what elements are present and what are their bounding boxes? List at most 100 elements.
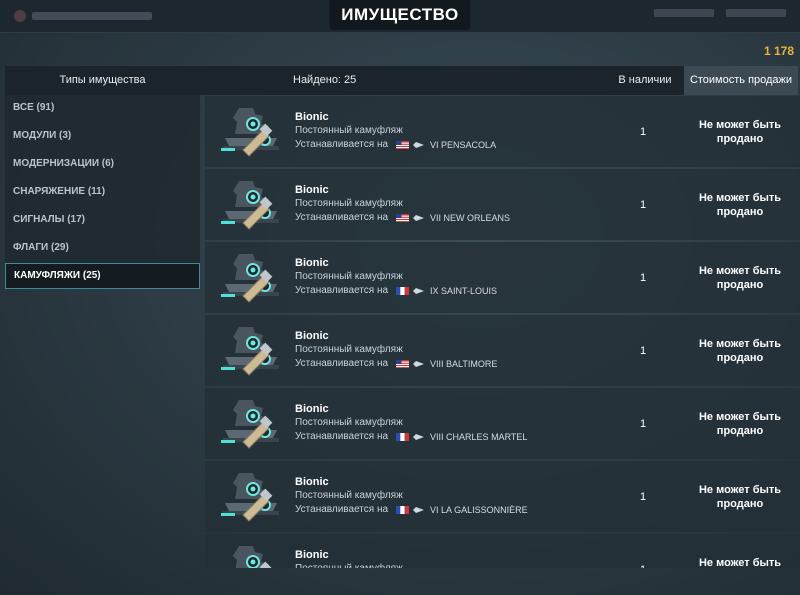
sell-price-line-2: продано	[716, 206, 764, 218]
sell-price-line-2: продано	[716, 352, 764, 364]
install-label: Устанавливается на	[295, 431, 389, 442]
ship-name[interactable]: IX SAINT-LOUIS	[430, 286, 497, 296]
item-name: Bionic	[295, 330, 329, 342]
sell-price-line-1: Не может быть	[698, 265, 782, 277]
sell-price: Не может быть	[683, 556, 797, 568]
france-flag-icon	[396, 432, 410, 441]
item-type: Постоянный камуфляж	[295, 198, 403, 209]
sell-price-line-1: Не может быть	[698, 192, 782, 204]
sell-price: Не может быть продано	[683, 191, 797, 219]
install-info: Устанавливается на VI PENSACOLA	[295, 139, 496, 150]
item-type: Постоянный камуфляж	[295, 125, 403, 136]
list-header: Типы имущества Найдено: 25 В наличии Сто…	[5, 66, 798, 95]
in-stock-quantity: 1	[605, 564, 681, 568]
property-types-header: Типы имущества	[59, 74, 146, 86]
sell-price-line-1: Не может быть	[698, 411, 782, 423]
in-stock-column-header[interactable]: В наличии	[607, 74, 683, 86]
item-type: Постоянный камуфляж	[295, 344, 403, 355]
sidebar-item-0[interactable]: ВСЕ (91)	[5, 95, 200, 123]
item-type: Постоянный камуфляж	[295, 417, 403, 428]
sell-price-line-1: Не может быть	[698, 119, 782, 131]
install-info: Устанавливается на VIII CHARLES MARTEL	[295, 431, 527, 442]
in-stock-quantity: 1	[639, 345, 647, 357]
found-count: Найдено: 25	[293, 74, 357, 86]
sell-price: Не может быть продано	[683, 337, 797, 365]
sell-price-line-2: продано	[716, 133, 764, 145]
sell-price-line-1: Не может быть	[698, 484, 782, 496]
list-item[interactable]: Bionic Постоянный камуфляж 1 Не может быть	[205, 534, 800, 568]
sell-price: Не может быть продано	[683, 410, 797, 438]
item-list[interactable]: Bionic Постоянный камуфляж Устанавливается…	[205, 96, 800, 568]
camouflage-thumbnail-icon	[219, 323, 283, 379]
install-info: Устанавливается на VII NEW ORLEANS	[295, 212, 510, 223]
ship-name[interactable]: VI LA GALISSONNIÈRE	[430, 505, 528, 515]
install-label: Устанавливается на	[295, 139, 389, 150]
in-stock-quantity: 1	[639, 272, 647, 284]
install-info: Устанавливается на VIII BALTIMORE	[295, 358, 497, 369]
cruiser-class-icon	[413, 141, 425, 148]
cruiser-class-icon	[413, 433, 425, 440]
anchor-icon	[14, 10, 26, 22]
sidebar-item-2[interactable]: МОДЕРНИЗАЦИИ (6)	[5, 151, 200, 179]
item-name: Bionic	[295, 476, 329, 488]
install-info: Устанавливается на VI LA GALISSONNIÈRE	[295, 504, 528, 515]
list-item[interactable]: Bionic Постоянный камуфляж Устанавливается…	[205, 388, 800, 459]
sell-price-line-1: Не может быть	[698, 557, 782, 568]
sidebar-item-1[interactable]: МОДУЛИ (3)	[5, 123, 200, 151]
camouflage-thumbnail-icon	[219, 177, 283, 233]
in-stock-quantity: 1	[639, 126, 647, 138]
item-name: Bionic	[295, 403, 329, 415]
install-label: Устанавливается на	[295, 285, 389, 296]
camouflage-thumbnail-icon	[219, 250, 283, 306]
list-item[interactable]: Bionic Постоянный камуфляж Устанавливается…	[205, 169, 800, 240]
list-item[interactable]: Bionic Постоянный камуфляж Устанавливается…	[205, 461, 800, 532]
sell-price: Не может быть продано	[683, 483, 797, 511]
item-type: Постоянный камуфляж	[295, 490, 403, 501]
sidebar-item-5[interactable]: ФЛАГИ (29)	[5, 235, 200, 263]
install-info: Устанавливается на IX SAINT-LOUIS	[295, 285, 497, 296]
top-bar-right-blurred	[654, 9, 786, 23]
install-label: Устанавливается на	[295, 504, 389, 515]
top-bar-left-blurred	[14, 9, 174, 23]
usa-flag-icon	[396, 213, 410, 222]
page-title: ИМУЩЕСТВО	[329, 0, 471, 30]
sell-price-column-header[interactable]: Стоимость продажи	[684, 66, 798, 95]
usa-flag-icon	[396, 140, 410, 149]
sell-price-line-2: продано	[716, 279, 764, 291]
cruiser-class-icon	[413, 506, 425, 513]
ship-name[interactable]: VII NEW ORLEANS	[430, 213, 510, 223]
camouflage-thumbnail-icon	[219, 104, 283, 160]
install-label: Устанавливается на	[295, 358, 389, 369]
category-sidebar: ВСЕ (91) МОДУЛИ (3) МОДЕРНИЗАЦИИ (6) СНАРЯЖ…	[5, 95, 200, 289]
item-name: Bionic	[295, 257, 329, 269]
france-flag-icon	[396, 286, 410, 295]
credits-balance: 1 178	[763, 44, 794, 58]
item-name: Bionic	[295, 549, 329, 561]
item-name: Bionic	[295, 111, 329, 123]
sidebar-item-4[interactable]: СИГНАЛЫ (17)	[5, 207, 200, 235]
list-item[interactable]: Bionic Постоянный камуфляж Устанавливается…	[205, 96, 800, 167]
item-type: Постоянный камуфляж	[295, 271, 403, 282]
sell-price-line-2: продано	[716, 425, 764, 437]
list-item[interactable]: Bionic Постоянный камуфляж Устанавливается…	[205, 242, 800, 313]
cruiser-class-icon	[413, 287, 425, 294]
sidebar-item-6[interactable]: КАМУФЛЯЖИ (25)	[5, 263, 200, 289]
item-type: Постоянный камуфляж	[295, 563, 403, 568]
sell-price-line-2: продано	[716, 498, 764, 510]
camouflage-thumbnail-icon	[219, 542, 283, 568]
camouflage-thumbnail-icon	[219, 469, 283, 525]
ship-name[interactable]: VIII BALTIMORE	[430, 359, 497, 369]
camouflage-thumbnail-icon	[219, 396, 283, 452]
ship-name[interactable]: VI PENSACOLA	[430, 140, 496, 150]
in-stock-quantity: 1	[639, 491, 647, 503]
usa-flag-icon	[396, 359, 410, 368]
top-bar: ИМУЩЕСТВО	[0, 0, 800, 33]
cruiser-class-icon	[413, 214, 425, 221]
install-label: Устанавливается на	[295, 212, 389, 223]
france-flag-icon	[396, 505, 410, 514]
list-item[interactable]: Bionic Постоянный камуфляж Устанавливается…	[205, 315, 800, 386]
ship-name[interactable]: VIII CHARLES MARTEL	[430, 432, 527, 442]
sell-price-line-1: Не может быть	[698, 338, 782, 350]
sidebar-item-3[interactable]: СНАРЯЖЕНИЕ (11)	[5, 179, 200, 207]
cruiser-class-icon	[413, 360, 425, 367]
